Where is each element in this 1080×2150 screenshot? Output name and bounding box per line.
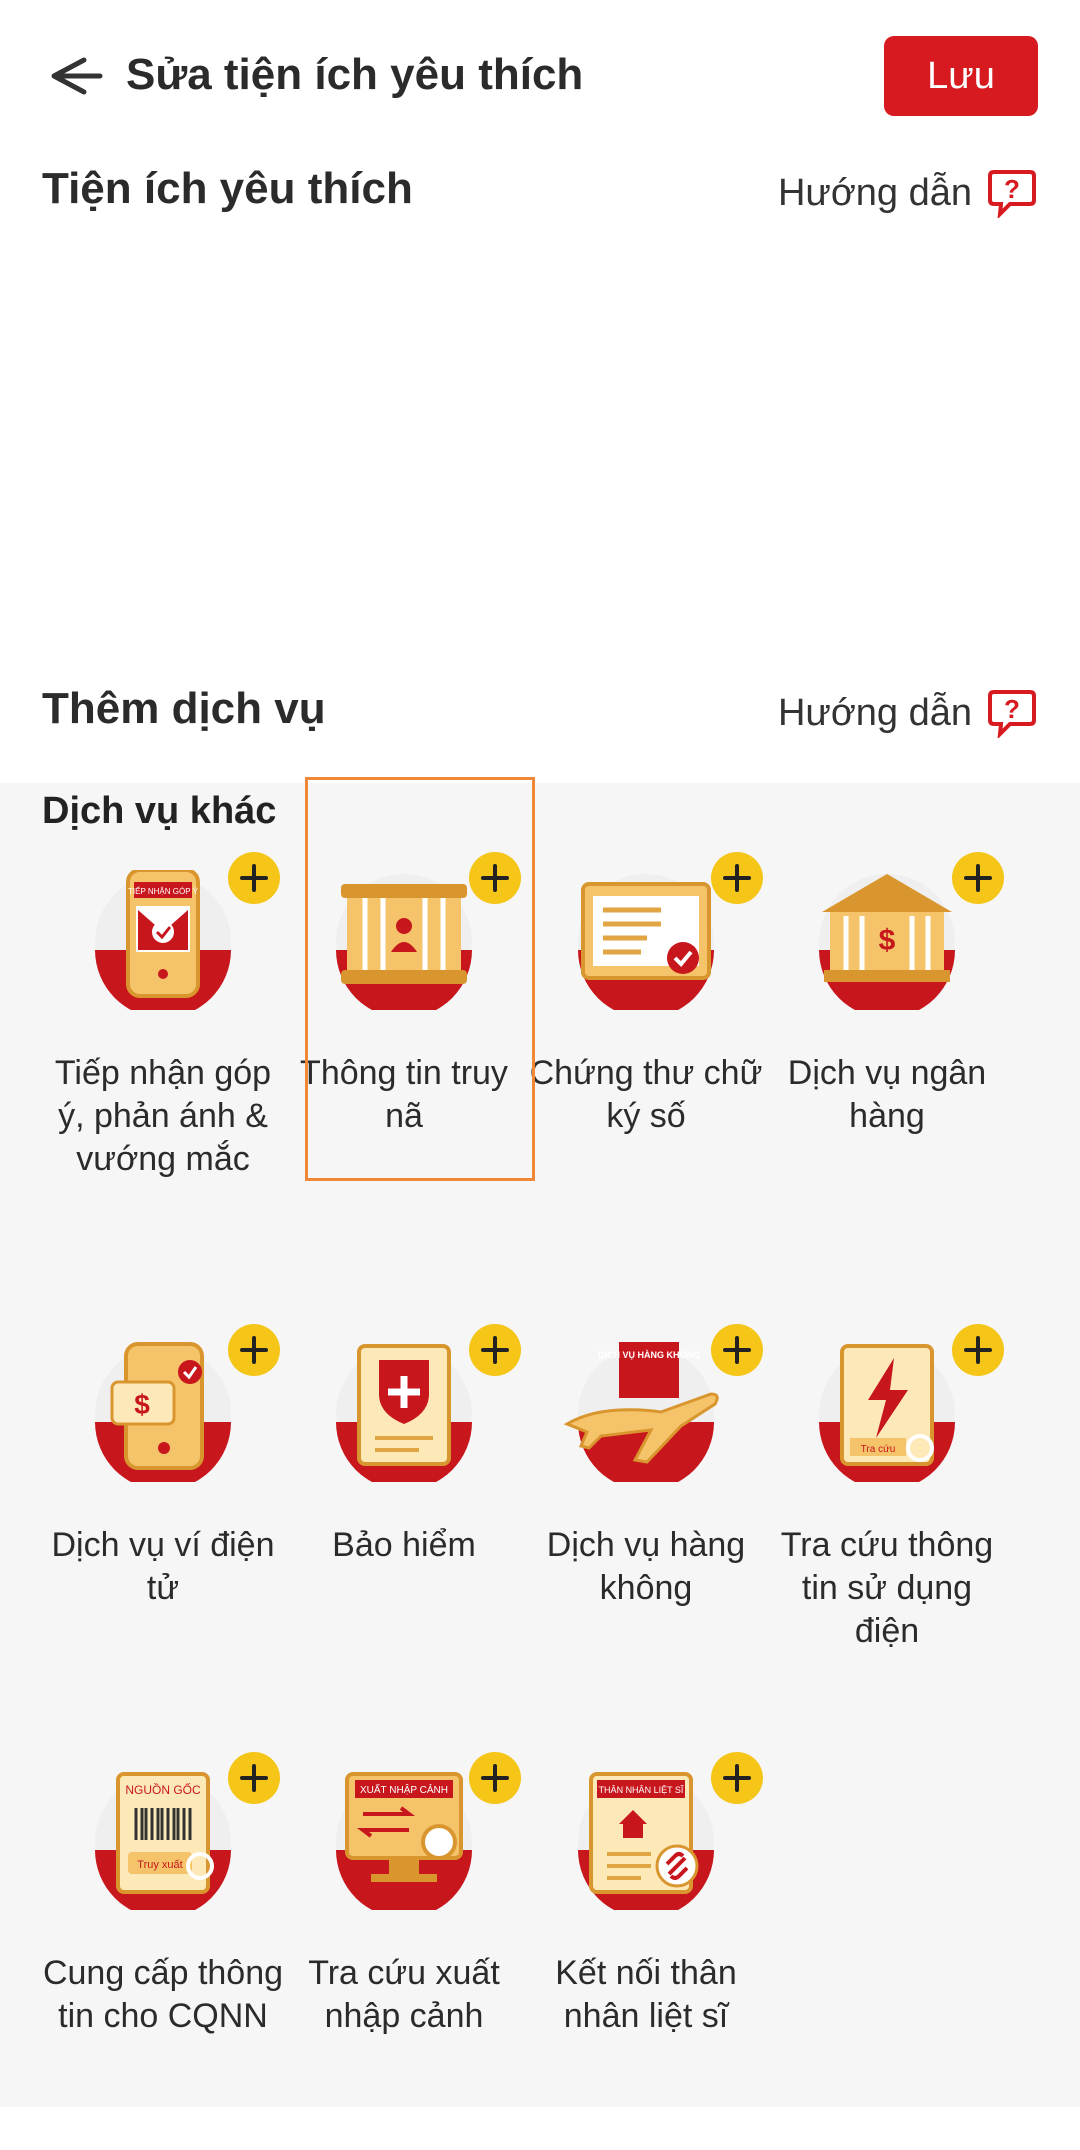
favorites-header: Tiện ích yêu thích Hướng dẫn ? [0, 164, 1080, 224]
service-label: Dịch vụ ví điện tử [51, 1526, 275, 1607]
insurance-icon [336, 1344, 472, 1482]
guide-label: Hướng dẫn [777, 691, 972, 734]
add-service-guide-link[interactable]: Hướng dẫn ? [778, 688, 1038, 738]
e-wallet-icon: $ [95, 1342, 231, 1482]
service-tile-electricity[interactable]: Tra cứu Tra cứu thông tin sử dụng điện [766, 1302, 1008, 1722]
add-plus-icon[interactable] [467, 1322, 523, 1378]
service-tile-bank[interactable]: $ Dịch vụ ngân hàng [766, 830, 1008, 1250]
favorites-title: Tiện ích yêu thích [42, 164, 413, 213]
service-label: Kết nối thân nhân liệt sĩ [555, 1954, 737, 2035]
svg-text:?: ? [1004, 174, 1020, 204]
help-bubble-icon: ? [988, 170, 1036, 218]
favorites-empty-area [0, 230, 1080, 650]
group-title: Dịch vụ khác [42, 790, 277, 832]
badge-text: Truy xuất [137, 1859, 182, 1871]
service-tile-insurance[interactable]: Bảo hiểm [283, 1302, 525, 1722]
svg-text:?: ? [1004, 694, 1020, 724]
badge-text: Tra cứu [861, 1444, 896, 1455]
martyr-relatives-icon: THÂN NHÂN LIỆT SĨ [578, 1772, 714, 1910]
badge-text: NGUỒN GỐC [125, 1782, 201, 1797]
service-tile-airline[interactable]: DỊCH VỤ HÀNG KHÔNG Dịch vụ hàng không [525, 1302, 767, 1722]
svg-text:$: $ [879, 924, 896, 957]
electricity-icon: Tra cứu [819, 1344, 955, 1482]
add-plus-icon[interactable] [950, 850, 1006, 906]
help-bubble-icon: ? [988, 690, 1036, 738]
back-arrow-icon[interactable] [44, 46, 104, 106]
page-title: Sửa tiện ích yêu thích [126, 50, 584, 99]
badge-text: XUẤT NHẬP CẢNH [360, 1783, 448, 1796]
add-plus-icon[interactable] [467, 1750, 523, 1806]
service-label: Cung cấp thông tin cho CQNN [42, 1954, 284, 2035]
add-plus-icon[interactable] [709, 1750, 765, 1806]
service-tile-e-wallet[interactable]: $ Dịch vụ ví điện tử [42, 1302, 284, 1722]
svg-text:$: $ [134, 1389, 150, 1420]
service-label: Dịch vụ hàng không [546, 1526, 746, 1607]
service-label: Tra cứu xuất nhập cảnh [308, 1954, 500, 2035]
service-label: Tra cứu thông tin sử dụng điện [780, 1526, 994, 1650]
selected-tile-highlight [305, 777, 535, 1181]
badge-text: DỊCH VỤ HÀNG KHÔNG [598, 1349, 700, 1360]
immigration-icon: XUẤT NHẬP CẢNH [336, 1772, 472, 1910]
favorites-guide-link[interactable]: Hướng dẫn ? [778, 168, 1038, 218]
top-bar: Sửa tiện ích yêu thích Lưu [0, 0, 1080, 156]
add-plus-icon[interactable] [709, 850, 765, 906]
bank-icon: $ [819, 874, 955, 1010]
service-label: Bảo hiểm [332, 1526, 476, 1564]
service-tile-certificate[interactable]: Chứng thư chữ ký số [525, 830, 767, 1250]
service-tile-immigration[interactable]: XUẤT NHẬP CẢNH Tra cứu xuất nhập cảnh [283, 1730, 525, 2150]
service-label: Chứng thư chữ ký số [529, 1054, 763, 1135]
digital-certificate-icon [578, 874, 714, 1010]
add-plus-icon[interactable] [226, 1750, 282, 1806]
barcode-origin-icon: NGUỒN GỐC Truy xuất [95, 1772, 231, 1910]
service-tile-martyr-relatives[interactable]: THÂN NHÂN LIỆT SĨ Kết nối thân nhân liệt… [525, 1730, 767, 2150]
add-plus-icon[interactable] [950, 1322, 1006, 1378]
service-label: Tiếp nhận góp ý, phản ánh & vướng mắc [54, 1054, 272, 1178]
airplane-icon: DỊCH VỤ HÀNG KHÔNG [563, 1342, 719, 1482]
feedback-phone-icon: TIẾP NHẬN GÓP Ý [95, 870, 231, 1010]
add-plus-icon[interactable] [226, 850, 282, 906]
add-service-header: Thêm dịch vụ Hướng dẫn ? [0, 684, 1080, 744]
add-service-title: Thêm dịch vụ [42, 684, 326, 733]
service-label: Dịch vụ ngân hàng [787, 1054, 987, 1135]
badge-text: THÂN NHÂN LIỆT SĨ [599, 1785, 684, 1795]
service-tile-origin[interactable]: NGUỒN GỐC Truy xuất Cung cấp thông tin c… [42, 1730, 284, 2150]
add-plus-icon[interactable] [709, 1322, 765, 1378]
badge-text: TIẾP NHẬN GÓP Ý [128, 886, 199, 896]
add-plus-icon[interactable] [226, 1322, 282, 1378]
guide-label: Hướng dẫn [777, 171, 972, 214]
save-button[interactable]: Lưu [884, 36, 1038, 116]
service-tile-feedback[interactable]: TIẾP NHẬN GÓP Ý Tiếp nhận góp ý, phản án… [42, 830, 284, 1250]
